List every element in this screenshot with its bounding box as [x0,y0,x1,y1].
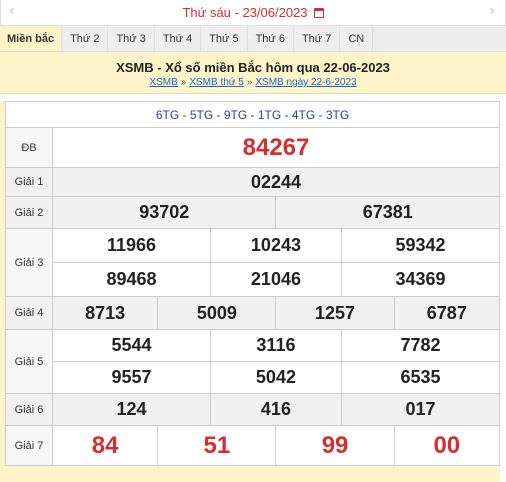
prize-value: 89468 [52,262,211,297]
prize-value: 21046 [209,262,342,297]
prize-label: Giải 2 [5,196,53,229]
chevron-right-icon[interactable]: › [489,3,495,19]
breadcrumb: XSMB» XSMB thứ 5» XSMB ngày 22-6-2023 [0,77,506,88]
prize-row-g6: Giải 6 124 416 017 [5,393,501,426]
prize-value: 51 [157,425,277,466]
prize-value: 3116 [209,329,342,362]
breadcrumb-xsmb-thu-5[interactable]: XSMB thứ 5 [189,77,244,88]
prize-row-g3: Giải 3 11966 10243 59342 [5,228,501,297]
date-text[interactable]: Thứ sáu - 23/06/2023 [182,5,307,20]
tab-thu-4[interactable]: Thứ 4 [154,26,202,51]
prize-label: Giải 1 [5,167,53,197]
codes-row: 6TG - 5TG - 9TG - 1TG - 4TG - 3TG [5,101,500,128]
breadcrumb-separator: » [246,77,253,88]
tab-thu-3[interactable]: Thứ 3 [108,26,155,51]
prize-value: 10243 [209,228,342,263]
prize-row-g2: Giải 2 93702 67381 [5,196,500,229]
prize-row-g1: Giải 1 02244 [5,167,500,197]
tab-bar-filler [373,26,506,51]
tab-thu-5[interactable]: Thứ 5 [201,26,248,51]
breadcrumb-xsmb[interactable]: XSMB [149,77,177,88]
prize-value: 84 [51,425,159,466]
tab-thu-2[interactable]: Thứ 2 [62,26,109,51]
prize-value: 124 [52,393,211,426]
prize-value: 67381 [275,196,500,229]
prize-value: 9557 [52,361,211,394]
calendar-icon[interactable] [313,7,324,18]
prize-value: 84267 [52,127,500,168]
prize-value: 02244 [52,167,500,197]
chevron-left-icon[interactable]: ‹ [9,3,15,19]
breadcrumb-separator: » [180,77,187,88]
prize-value: 6787 [393,296,501,330]
tab-thu-7[interactable]: Thứ 7 [293,26,341,51]
results-page: ‹ Thứ sáu - 23/06/2023 › Miền bắc Thứ 2 … [0,0,506,482]
prize-row-g3-b: 89468 21046 34369 [6,262,501,297]
prize-label: Giải 5 [5,329,53,394]
prize-row-db: ĐB 84267 [5,127,500,168]
day-tabs: Miền bắc Thứ 2 Thứ 3 Thứ 4 Thứ 5 Thứ 6 T… [0,26,506,52]
prize-label: ĐB [5,127,53,168]
prize-value: 34369 [340,262,501,297]
prize-value: 99 [275,425,395,466]
prize-value: 00 [393,425,501,466]
results-header: XSMB - Xổ số miền Bắc hôm qua 22-06-2023… [0,52,506,94]
tab-thu-6[interactable]: Thứ 6 [247,26,294,51]
prize-value: 5042 [209,361,342,394]
prize-value: 59342 [340,228,501,263]
prize-value: 7782 [340,329,501,362]
date-bar: ‹ Thứ sáu - 23/06/2023 › [0,0,506,26]
prize-label: Giải 3 [5,228,53,297]
prize-row-g4: Giải 4 8713 5009 1257 6787 [5,296,501,330]
prize-label: Giải 6 [5,393,53,426]
special-codes: 6TG - 5TG - 9TG - 1TG - 4TG - 3TG [5,101,500,128]
prize-label: Giải 4 [5,296,53,330]
prize-row-g5: Giải 5 5544 3116 7782 [5,329,501,394]
tab-mien-bac[interactable]: Miền bắc [0,26,63,51]
tab-cn[interactable]: CN [340,26,374,51]
results-panel: 6TG - 5TG - 9TG - 1TG - 4TG - 3TG ĐB 842… [0,101,501,482]
prize-value: 93702 [51,196,277,229]
page-title: XSMB - Xổ số miền Bắc hôm qua 22-06-2023 [116,60,390,75]
breadcrumb-xsmb-date[interactable]: XSMB ngày 22-6-2023 [255,77,356,88]
prize-value: 8713 [51,296,159,330]
prize-row-g7: Giải 7 84 51 99 00 [5,425,501,466]
prize-value: 5544 [52,329,211,362]
prize-value: 1257 [275,296,395,330]
prize-label: Giải 7 [5,425,53,466]
prize-value: 6535 [340,361,501,394]
results-table: 6TG - 5TG - 9TG - 1TG - 4TG - 3TG ĐB 842… [5,101,501,466]
prize-value: 11966 [52,228,211,263]
prize-value: 017 [340,393,501,426]
prize-value: 5009 [157,296,277,330]
prize-value: 416 [209,393,342,426]
prize-row-g5-b: 9557 5042 6535 [6,361,501,394]
